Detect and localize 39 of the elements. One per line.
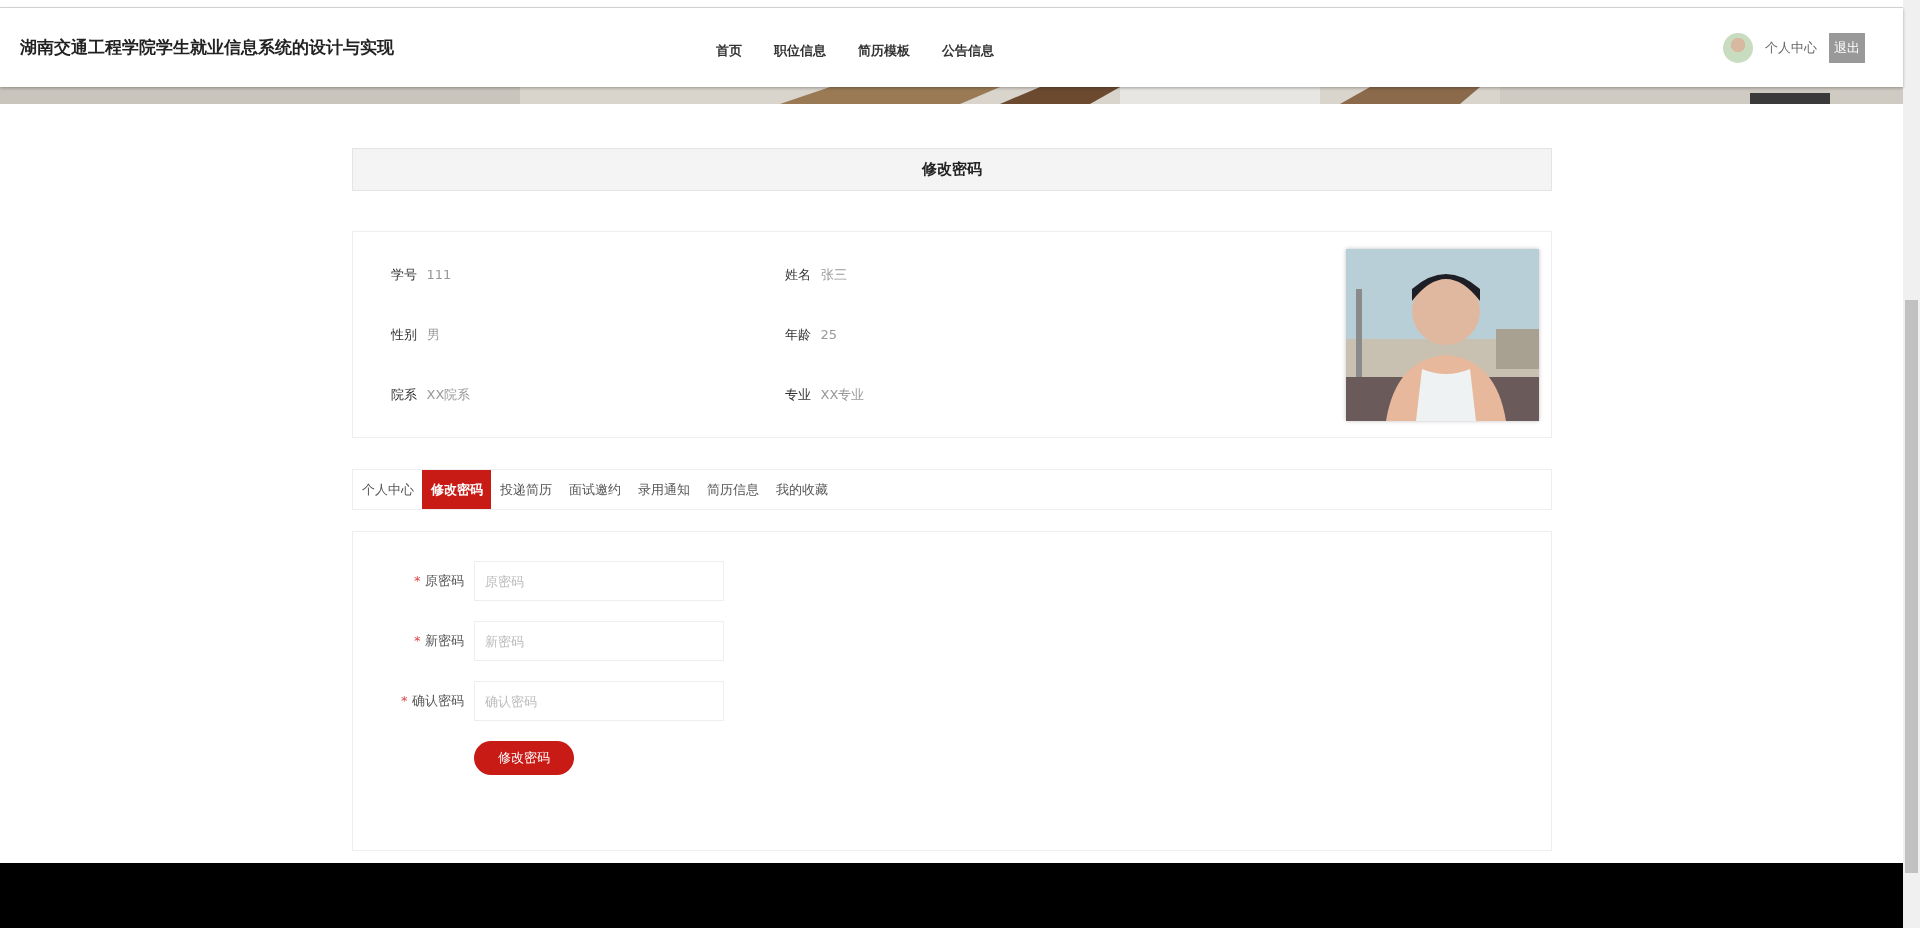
field-value: 111 — [426, 267, 452, 282]
required-mark: * — [414, 633, 421, 648]
field-value: XX专业 — [820, 385, 865, 404]
submit-button[interactable]: 修改密码 — [473, 741, 574, 775]
site-title: 湖南交通工程学院学生就业信息系统的设计与实现 — [20, 36, 395, 59]
user-center-link[interactable]: 个人中心 — [1765, 38, 1817, 57]
tab[interactable]: 修改密码 — [421, 470, 491, 509]
page-heading: 修改密码 — [351, 148, 1552, 191]
tab[interactable]: 投递简历 — [490, 470, 560, 509]
field-value: XX院系 — [426, 385, 471, 404]
field-label: 性别 — [390, 325, 417, 344]
tab[interactable]: 简历信息 — [697, 470, 767, 509]
field-label: 原密码 — [424, 573, 464, 588]
scrollbar-thumb[interactable] — [1905, 300, 1918, 873]
scrollbar[interactable] — [1903, 0, 1920, 928]
input-field[interactable]: 确认密码 — [473, 681, 724, 721]
field-label: 新密码 — [424, 633, 464, 648]
avatar-icon[interactable] — [1723, 32, 1753, 63]
field-label: 姓名 — [784, 265, 811, 284]
field-label: 学号 — [390, 265, 417, 284]
required-mark: * — [401, 693, 408, 708]
nav-link[interactable]: 公告信息 — [926, 41, 1010, 60]
field-value: 张三 — [820, 265, 847, 284]
field-label: 确认密码 — [411, 693, 464, 708]
field-value: 男 — [426, 325, 440, 344]
nav-link[interactable]: 首页 — [700, 41, 758, 60]
input-field[interactable]: 原密码 — [473, 561, 724, 601]
tab[interactable]: 我的收藏 — [766, 470, 836, 509]
tab[interactable]: 个人中心 — [352, 470, 422, 509]
field-label: 专业 — [784, 385, 811, 404]
field-label: 院系 — [390, 385, 417, 404]
tab[interactable]: 录用通知 — [628, 470, 698, 509]
input-field[interactable]: 新密码 — [473, 621, 724, 661]
tab[interactable]: 面试邀约 — [559, 470, 629, 509]
nav-link[interactable]: 职位信息 — [758, 41, 842, 60]
required-mark: * — [414, 573, 421, 588]
field-value: 25 — [820, 327, 838, 342]
nav-link[interactable]: 简历模板 — [842, 41, 926, 60]
field-label: 年龄 — [784, 325, 811, 344]
